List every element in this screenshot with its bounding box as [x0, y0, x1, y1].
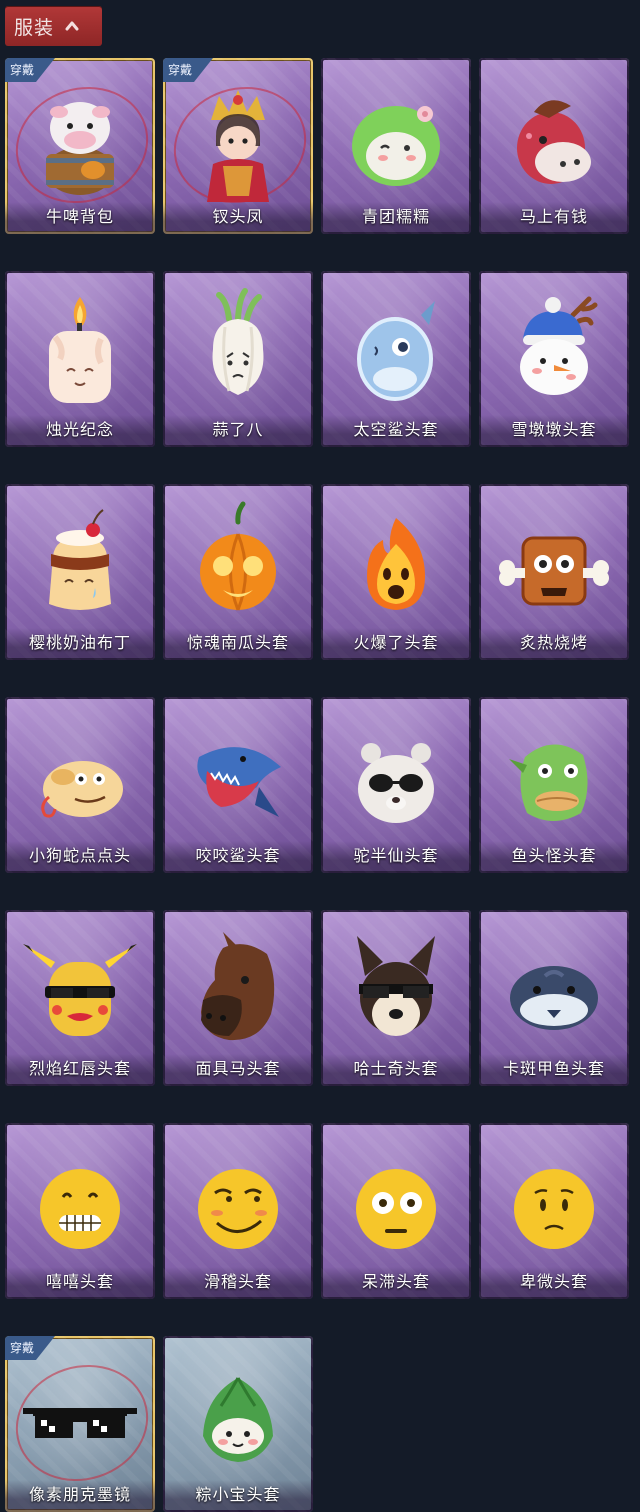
outfit-label: 驼半仙头套	[321, 841, 471, 873]
outfit-card[interactable]: 穿戴 像素朋克墨镜	[5, 1336, 155, 1512]
chevron-up-icon	[65, 21, 79, 31]
biting-shark-icon	[197, 747, 281, 817]
outfit-card[interactable]: 火爆了头套	[321, 484, 471, 660]
whale-fish-icon	[510, 966, 598, 1030]
green-dumpling-icon	[352, 106, 440, 186]
outfit-label: 咬咬鲨头套	[163, 841, 313, 873]
outfit-label: 卑微头套	[479, 1267, 629, 1299]
fish-head-icon	[509, 744, 588, 821]
emoji-stare-icon	[356, 1169, 436, 1249]
outfit-label: 小狗蛇点点头	[5, 841, 155, 873]
outfit-card[interactable]: 惊魂南瓜头套	[163, 484, 313, 660]
outfit-label: 马上有钱	[479, 202, 629, 234]
outfit-card[interactable]: 炙热烧烤	[479, 484, 629, 660]
red-horse-icon	[517, 100, 591, 184]
space-shark-icon	[357, 301, 435, 401]
outfit-label: 烛光纪念	[5, 415, 155, 447]
outfit-label: 滑稽头套	[163, 1267, 313, 1299]
bear-sunglasses-icon	[358, 743, 434, 823]
outfit-card[interactable]: 嘻嘻头套	[5, 1123, 155, 1299]
pumpkin-icon	[200, 501, 276, 611]
outfit-label: 钗头凤	[163, 202, 313, 234]
bbq-meat-icon	[499, 536, 609, 606]
outfit-label: 火爆了头套	[321, 628, 471, 660]
outfit-card[interactable]: 滑稽头套	[163, 1123, 313, 1299]
outfit-grid: 穿戴 牛啤背包 穿戴 钗头凤 青团糯糯 马上有钱烛光纪念 蒜了八 太空鲨头套 雪墩墩头套樱桃奶油…	[5, 58, 629, 1512]
outfit-label: 呆滞头套	[321, 1267, 471, 1299]
outfit-label: 鱼头怪头套	[479, 841, 629, 873]
outfit-card[interactable]: 卑微头套	[479, 1123, 629, 1299]
outfit-label: 粽小宝头套	[163, 1480, 313, 1512]
outfit-card[interactable]: 小狗蛇点点头	[5, 697, 155, 873]
section-title: 服装	[14, 16, 55, 39]
outfit-card[interactable]: 卡斑甲鱼头套	[479, 910, 629, 1086]
clothing-section-toggle[interactable]: 服装	[5, 6, 102, 46]
outfit-label: 雪墩墩头套	[479, 415, 629, 447]
outfit-label: 卡斑甲鱼头套	[479, 1054, 629, 1086]
emoji-smirk-icon	[198, 1169, 278, 1249]
outfit-label: 像素朋克墨镜	[5, 1480, 155, 1512]
fireball-icon	[367, 518, 425, 610]
outfit-card[interactable]: 穿戴 钗头凤	[163, 58, 313, 234]
outfit-label: 嘻嘻头套	[5, 1267, 155, 1299]
emoji-grin-icon	[40, 1169, 120, 1249]
outfit-card[interactable]: 青团糯糯	[321, 58, 471, 234]
outfit-label: 樱桃奶油布丁	[5, 628, 155, 660]
outfit-card[interactable]: 咬咬鲨头套	[163, 697, 313, 873]
garlic-icon	[212, 288, 264, 395]
outfit-label: 面具马头套	[163, 1054, 313, 1086]
candle-icon	[49, 297, 111, 403]
horse-mask-icon	[201, 932, 275, 1041]
outfit-card[interactable]: 鱼头怪头套	[479, 697, 629, 873]
zongzi-icon	[203, 1377, 273, 1462]
outfit-label: 青团糯糯	[321, 202, 471, 234]
emoji-humble-icon	[514, 1169, 594, 1249]
cherry-pudding-icon	[49, 509, 111, 610]
husky-sunglasses-icon	[357, 936, 435, 1036]
outfit-label: 惊魂南瓜头套	[163, 628, 313, 660]
outfit-card[interactable]: 太空鲨头套	[321, 271, 471, 447]
outfit-label: 太空鲨头套	[321, 415, 471, 447]
pixel-sunglasses-icon	[23, 1408, 137, 1438]
outfit-label: 烈焰红唇头套	[5, 1054, 155, 1086]
outfit-card[interactable]: 樱桃奶油布丁	[5, 484, 155, 660]
phoenix-crown-doll-icon	[207, 90, 269, 202]
outfit-label: 哈士奇头套	[321, 1054, 471, 1086]
snowman-reindeer-icon	[520, 296, 598, 395]
outfit-card[interactable]: 马上有钱	[479, 58, 629, 234]
outfit-card[interactable]: 面具马头套	[163, 910, 313, 1086]
outfit-card[interactable]: 驼半仙头套	[321, 697, 471, 873]
outfit-card[interactable]: 穿戴 牛啤背包	[5, 58, 155, 234]
outfit-card[interactable]: 雪墩墩头套	[479, 271, 629, 447]
outfit-label: 牛啤背包	[5, 202, 155, 234]
cow-barrel-icon	[46, 102, 114, 195]
outfit-card[interactable]: 呆滞头套	[321, 1123, 471, 1299]
outfit-card[interactable]: 哈士奇头套	[321, 910, 471, 1086]
outfit-label: 炙热烧烤	[479, 628, 629, 660]
outfit-card[interactable]: 粽小宝头套	[163, 1336, 313, 1512]
outfit-card[interactable]: 烛光纪念	[5, 271, 155, 447]
outfit-card[interactable]: 烈焰红唇头套	[5, 910, 155, 1086]
outfit-label: 蒜了八	[163, 415, 313, 447]
outfit-card[interactable]: 蒜了八	[163, 271, 313, 447]
yellow-pika-mask-icon	[23, 944, 137, 1036]
dog-snake-icon	[41, 761, 123, 818]
